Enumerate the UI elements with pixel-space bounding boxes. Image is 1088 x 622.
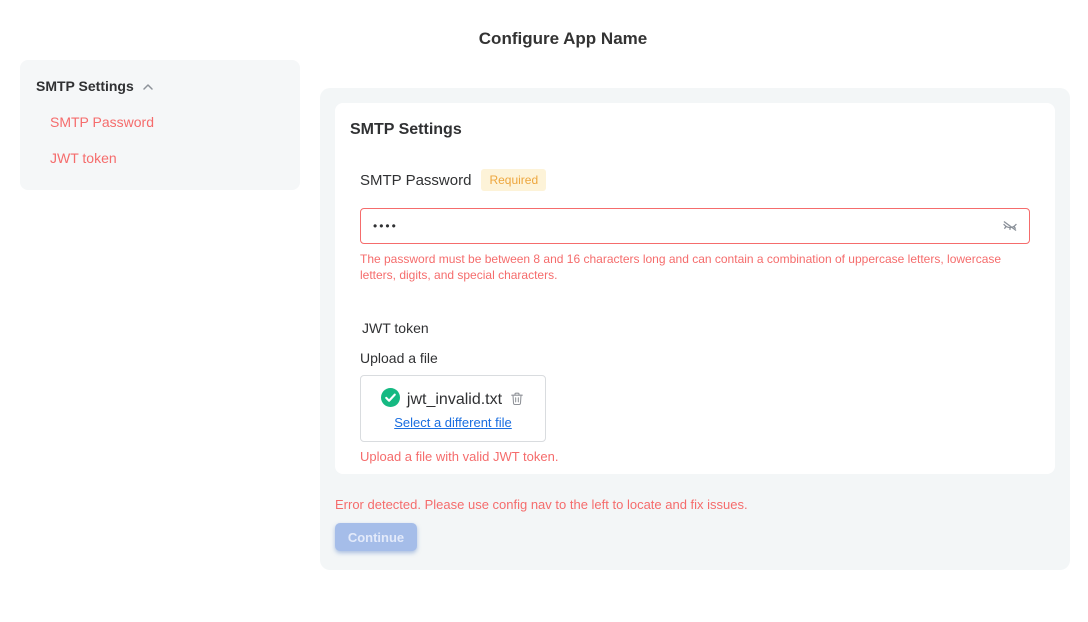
delete-file-button[interactable] [509,390,525,410]
smtp-password-field-wrap [360,208,1030,244]
form-error-message: Error detected. Please use config nav to… [335,497,1055,512]
section-title: SMTP Settings [350,121,1040,139]
smtp-settings-form: SMTP Password Required [350,169,1040,464]
uploaded-file-row: jwt_invalid.txt [381,388,525,412]
select-different-file-link[interactable]: Select a different file [394,415,512,430]
required-badge: Required [481,169,546,191]
upload-a-file-label: Upload a file [360,350,1040,366]
config-main-panel: SMTP Settings SMTP Password Required [320,88,1070,570]
sidebar-item-smtp-password[interactable]: SMTP Password [36,114,284,130]
chevron-up-icon [141,80,155,94]
jwt-upload-error-text: Upload a file with valid JWT token. [360,449,1040,464]
config-nav-sidebar: SMTP Settings SMTP Password JWT token [20,60,300,190]
smtp-password-input[interactable] [360,208,1030,244]
sidebar-item-jwt-token[interactable]: JWT token [36,150,284,166]
continue-button[interactable]: Continue [335,523,417,551]
eye-off-icon [1001,217,1019,238]
file-upload-box: jwt_invalid.txt [360,375,546,442]
uploaded-file-name: jwt_invalid.txt [407,391,502,409]
password-helper-text: The password must be between 8 and 16 ch… [360,251,1020,283]
smtp-settings-card: SMTP Settings SMTP Password Required [335,103,1055,474]
configure-app-page: Configure App Name SMTP Settings SMTP Pa… [0,0,1088,622]
smtp-password-label-row: SMTP Password Required [360,169,1040,191]
trash-icon [509,390,525,410]
toggle-password-visibility-button[interactable] [1000,217,1020,237]
sidebar-section-label: SMTP Settings [36,78,134,94]
check-circle-icon [381,388,400,412]
smtp-password-label: SMTP Password [360,172,471,189]
jwt-token-label: JWT token [360,320,1040,336]
page-title: Configure App Name [0,29,1088,49]
sidebar-section-smtp-settings[interactable]: SMTP Settings [36,78,284,94]
